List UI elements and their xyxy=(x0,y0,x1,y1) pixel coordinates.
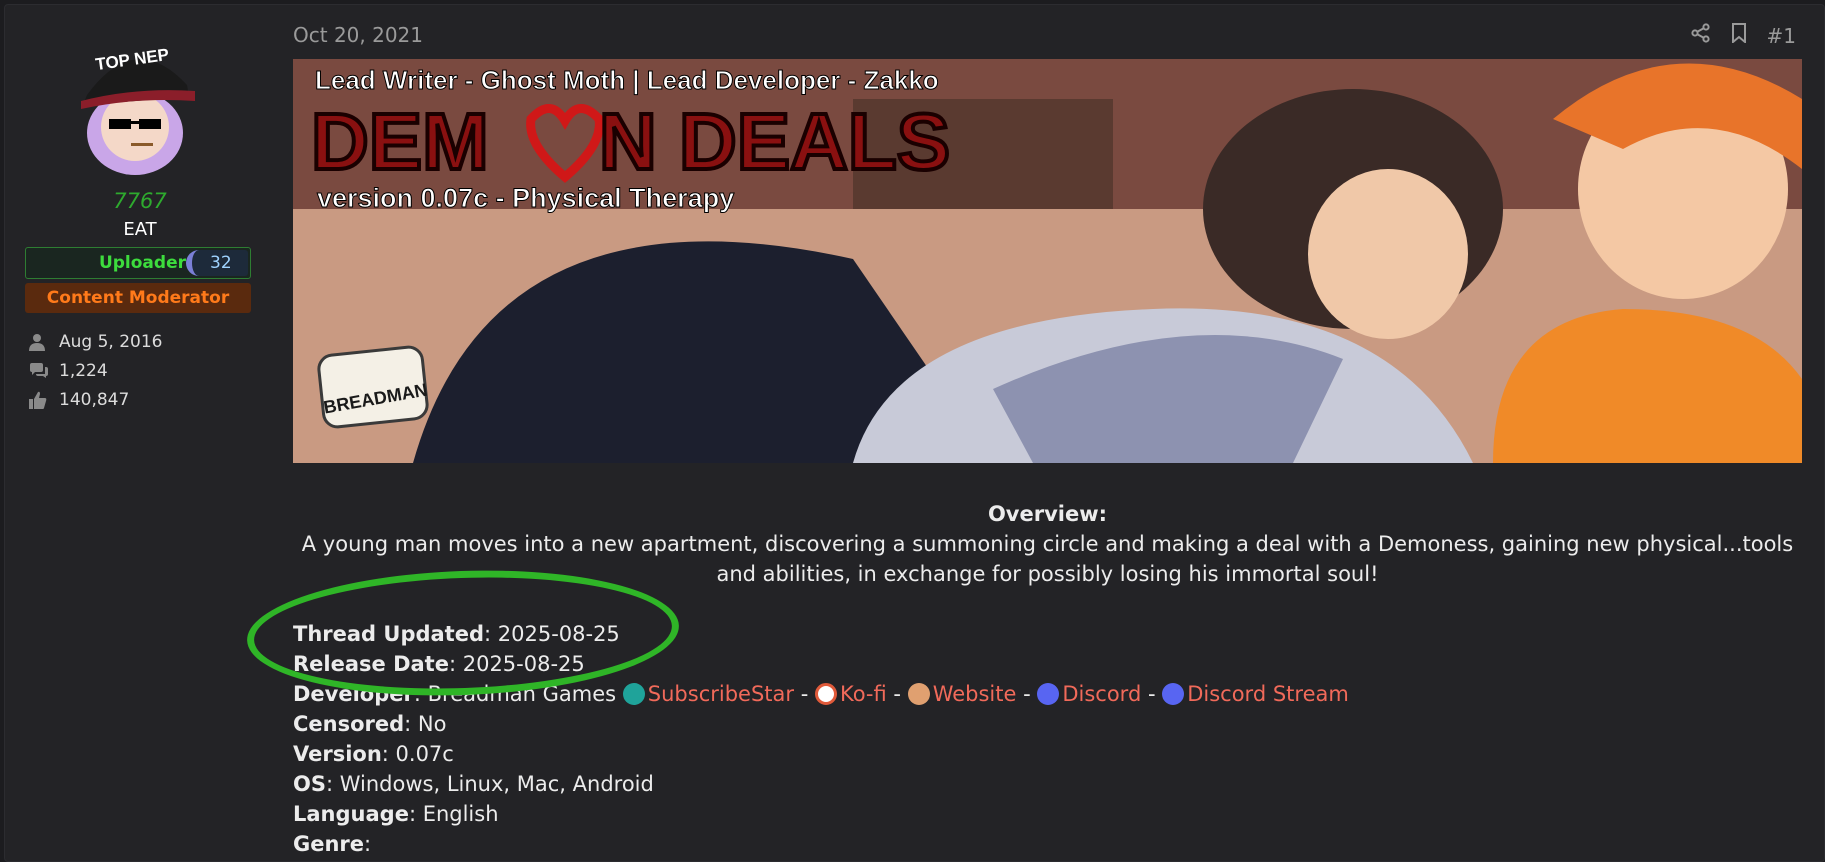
discord-stream-link[interactable]: Discord Stream xyxy=(1187,682,1349,706)
website-icon xyxy=(907,683,930,705)
uploader-banner: Uploader 32 xyxy=(25,247,251,279)
bookmark-icon[interactable] xyxy=(1731,23,1747,48)
uploader-label: Uploader xyxy=(98,253,186,273)
overview-heading: Overview: xyxy=(987,502,1108,526)
kofi-icon xyxy=(814,683,837,705)
link-separator: - xyxy=(1016,682,1038,706)
banner-version: version 0.07c - Physical Therapy xyxy=(317,183,734,213)
banner-title-right: N DEALS xyxy=(599,97,950,186)
field-value: : English xyxy=(408,802,499,826)
discord-link[interactable]: Discord xyxy=(1062,682,1141,706)
link-separator: - xyxy=(1141,682,1163,706)
user-sidebar: TOP NEP 7767 EAT Uploader 32 Content Mod… xyxy=(5,5,275,861)
stat-messages-value[interactable]: 1,224 xyxy=(59,361,108,381)
field-version: Version: 0.07c xyxy=(293,739,1802,769)
kofi-link[interactable]: Ko-fi xyxy=(840,682,887,706)
post-container: TOP NEP 7767 EAT Uploader 32 Content Mod… xyxy=(4,4,1825,862)
user-score[interactable]: 7767 xyxy=(5,189,275,213)
uploader-badge: 32 xyxy=(186,250,248,276)
user-title: EAT xyxy=(123,219,157,240)
game-banner-image[interactable]: Lead Writer - Ghost Moth | Lead Develope… xyxy=(293,59,1802,463)
stat-reactions-value: 140,847 xyxy=(59,389,130,410)
discord-icon xyxy=(1037,683,1060,705)
banner-title-left: DEM xyxy=(311,97,489,186)
field-value: : No xyxy=(404,712,447,736)
uploader-badge-count: 32 xyxy=(210,253,232,273)
banner-credits: Lead Writer - Ghost Moth | Lead Develope… xyxy=(315,65,939,95)
website-link[interactable]: Website xyxy=(933,682,1017,706)
stat-joined-value: Aug 5, 2016 xyxy=(59,331,163,352)
field-label: Genre xyxy=(293,832,365,856)
field-os: OS: Windows, Linux, Mac, Android xyxy=(293,769,1802,799)
field-label: OS xyxy=(293,772,326,796)
field-label: Censored xyxy=(293,712,405,736)
stat-messages: 1,224 xyxy=(29,356,163,385)
moderator-banner: Content Moderator xyxy=(25,283,251,313)
thumbs-up-icon xyxy=(29,391,59,409)
user-icon xyxy=(29,333,59,351)
discord-stream-icon xyxy=(1162,683,1185,705)
field-label: Language xyxy=(293,802,409,826)
stat-reactions: 140,847 xyxy=(29,385,163,414)
link-separator: - xyxy=(794,682,815,706)
post-actions: #1 xyxy=(1690,23,1796,48)
stat-joined: Aug 5, 2016 xyxy=(29,327,163,356)
share-icon[interactable] xyxy=(1690,23,1711,48)
link-separator: - xyxy=(886,682,908,706)
field-label: Version xyxy=(293,742,382,766)
field-censored: Censored: No xyxy=(293,709,1802,739)
field-language: Language: English xyxy=(293,799,1802,829)
field-value: : 0.07c xyxy=(381,742,454,766)
post-number[interactable]: #1 xyxy=(1767,24,1796,48)
subscribestar-icon xyxy=(622,683,645,705)
subscribestar-link[interactable]: SubscribeStar xyxy=(648,682,794,706)
post-date[interactable]: Oct 20, 2021 xyxy=(293,23,423,47)
user-avatar[interactable]: TOP NEP xyxy=(69,35,201,177)
field-genre: Genre: xyxy=(293,829,1802,859)
user-stats: Aug 5, 2016 1,224 140,847 xyxy=(29,327,163,414)
field-value: : xyxy=(364,832,372,856)
field-value: : Windows, Linux, Mac, Android xyxy=(325,772,654,796)
messages-icon xyxy=(29,362,59,379)
